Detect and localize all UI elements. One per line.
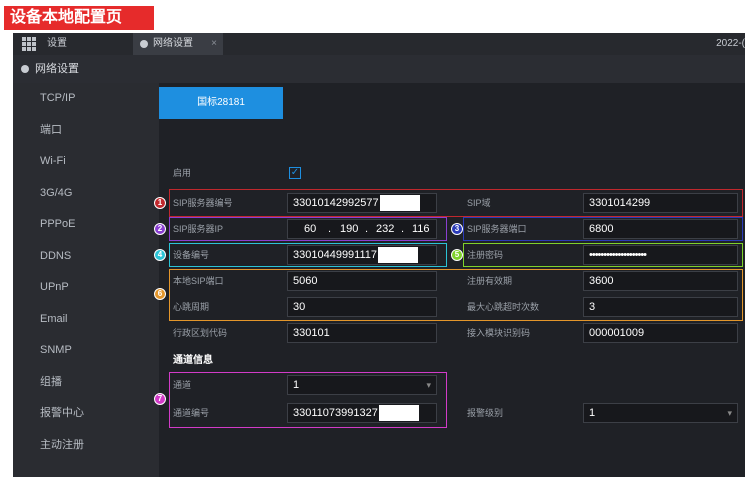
main-panel: 国标28181 启用 ✓ SIP服务器编号 33010142992577 SIP… xyxy=(154,83,745,477)
section-icon xyxy=(21,65,29,73)
annotation-badge-3: 3 xyxy=(451,223,463,235)
admin-region-code-label: 行政区划代码 xyxy=(173,328,228,338)
annotation-badge-6: 6 xyxy=(154,288,166,300)
sip-server-ip-label: SIP服务器IP xyxy=(173,224,224,234)
device-id-value: 33010449991117 xyxy=(293,249,378,261)
channel-id-value: 33011073991327 xyxy=(293,407,378,419)
device-id-label: 设备编号 xyxy=(173,250,210,260)
redaction-mask xyxy=(378,247,419,264)
local-sip-port-label: 本地SIP端口 xyxy=(173,276,224,286)
sip-domain-label: SIP域 xyxy=(467,198,491,208)
alarm-level-value: 1 xyxy=(589,407,596,419)
section-header: 网络设置 xyxy=(13,55,745,83)
redaction-mask xyxy=(379,195,420,212)
sidebar-item-alarm-center[interactable]: 报警中心 xyxy=(13,398,159,430)
sidebar-item-ddns[interactable]: DDNS xyxy=(13,241,159,273)
sidebar-item-tcpip[interactable]: TCP/IP xyxy=(13,83,159,115)
sidebar-item-pppoe[interactable]: PPPoE xyxy=(13,209,159,241)
sidebar-item-wifi[interactable]: Wi-Fi xyxy=(13,146,159,178)
tab-network-label: 网络设置 xyxy=(153,38,193,49)
ip-dot: . xyxy=(328,223,332,235)
title-bar: 设置 网络设置 × 2022-( xyxy=(13,33,745,55)
sidebar-item-upnp[interactable]: UPnP xyxy=(13,272,159,304)
app-grid-icon[interactable] xyxy=(22,37,36,51)
local-sip-port-field[interactable]: 5060 xyxy=(287,271,437,291)
access-module-id-label: 接入模块识别码 xyxy=(467,328,531,338)
tab-network-settings[interactable]: 网络设置 × xyxy=(133,33,223,55)
annotation-badge-4: 4 xyxy=(154,249,166,261)
annotation-badge-5: 5 xyxy=(451,249,463,261)
sidebar-item-email[interactable]: Email xyxy=(13,304,159,336)
register-password-field[interactable]: •••••••••••••••••••• xyxy=(583,245,738,265)
sip-server-port-label: SIP服务器端口 xyxy=(467,224,527,234)
tab-gb28181[interactable]: 国标28181 xyxy=(159,87,283,119)
ip-octet-2: 190 xyxy=(340,223,359,235)
sip-server-id-value: 33010142992577 xyxy=(293,197,379,209)
channel-info-title: 通道信息 xyxy=(173,355,213,366)
ip-octet-3: 232 xyxy=(376,223,395,235)
alarm-level-select[interactable]: 1 ▾ xyxy=(583,403,738,423)
channel-value: 1 xyxy=(293,379,300,391)
channel-label: 通道 xyxy=(173,380,192,390)
app-window: 设置 网络设置 × 2022-( 网络设置 TCP/IP 端口 Wi-Fi 3G… xyxy=(13,33,745,477)
tab-settings[interactable]: 设置 xyxy=(47,33,67,55)
chevron-down-icon: ▾ xyxy=(426,380,431,390)
ip-octet-1: 60 xyxy=(304,223,317,235)
ip-dot: . xyxy=(401,223,405,235)
access-module-id-field[interactable]: 000001009 xyxy=(583,323,738,343)
sidebar-item-snmp[interactable]: SNMP xyxy=(13,335,159,367)
register-validity-label: 注册有效期 xyxy=(467,276,513,286)
register-password-label: 注册密码 xyxy=(467,250,504,260)
admin-region-code-field[interactable]: 330101 xyxy=(287,323,437,343)
annotation-badge-2: 2 xyxy=(154,223,166,235)
page-banner: 设备本地配置页 xyxy=(4,6,154,30)
channel-select[interactable]: 1 ▾ xyxy=(287,375,437,395)
sip-server-id-label: SIP服务器编号 xyxy=(173,198,233,208)
device-id-field[interactable]: 33010449991117 xyxy=(287,245,437,265)
alarm-level-label: 报警级别 xyxy=(467,408,504,418)
sip-server-id-field[interactable]: 33010142992577 xyxy=(287,193,437,213)
sidebar-item-multicast[interactable]: 组播 xyxy=(13,367,159,399)
annotation-badge-7: 7 xyxy=(154,393,166,405)
enable-label: 启用 xyxy=(173,168,192,178)
register-validity-field[interactable]: 3600 xyxy=(583,271,738,291)
redaction-mask xyxy=(378,405,419,422)
channel-id-label: 通道编号 xyxy=(173,408,210,418)
sidebar-item-auto-register[interactable]: 主动注册 xyxy=(13,430,159,462)
sip-domain-field[interactable]: 3301014299 xyxy=(583,193,738,213)
sidebar-item-port[interactable]: 端口 xyxy=(13,115,159,147)
heartbeat-period-field[interactable]: 30 xyxy=(287,297,437,317)
max-heartbeat-timeout-field[interactable]: 3 xyxy=(583,297,738,317)
section-title: 网络设置 xyxy=(35,63,79,75)
heartbeat-period-label: 心跳周期 xyxy=(173,302,210,312)
channel-id-field[interactable]: 33011073991327 xyxy=(287,403,437,423)
close-icon[interactable]: × xyxy=(211,33,217,55)
ip-octet-4: 116 xyxy=(412,223,430,235)
chevron-down-icon: ▾ xyxy=(727,408,732,418)
network-tab-icon xyxy=(140,40,148,48)
sidebar-item-3g4g[interactable]: 3G/4G xyxy=(13,178,159,210)
ip-dot: . xyxy=(365,223,369,235)
enable-checkbox[interactable]: ✓ xyxy=(289,167,301,179)
clock: 2022-( xyxy=(716,38,745,49)
sip-server-port-field[interactable]: 6800 xyxy=(583,219,738,239)
max-heartbeat-timeout-label: 最大心跳超时次数 xyxy=(467,302,540,312)
annotation-badge-1: 1 xyxy=(154,197,166,209)
sidebar: TCP/IP 端口 Wi-Fi 3G/4G PPPoE DDNS UPnP Em… xyxy=(13,83,159,477)
sip-server-ip-field[interactable]: 60 . 190 . 232 . 116 xyxy=(287,219,437,239)
